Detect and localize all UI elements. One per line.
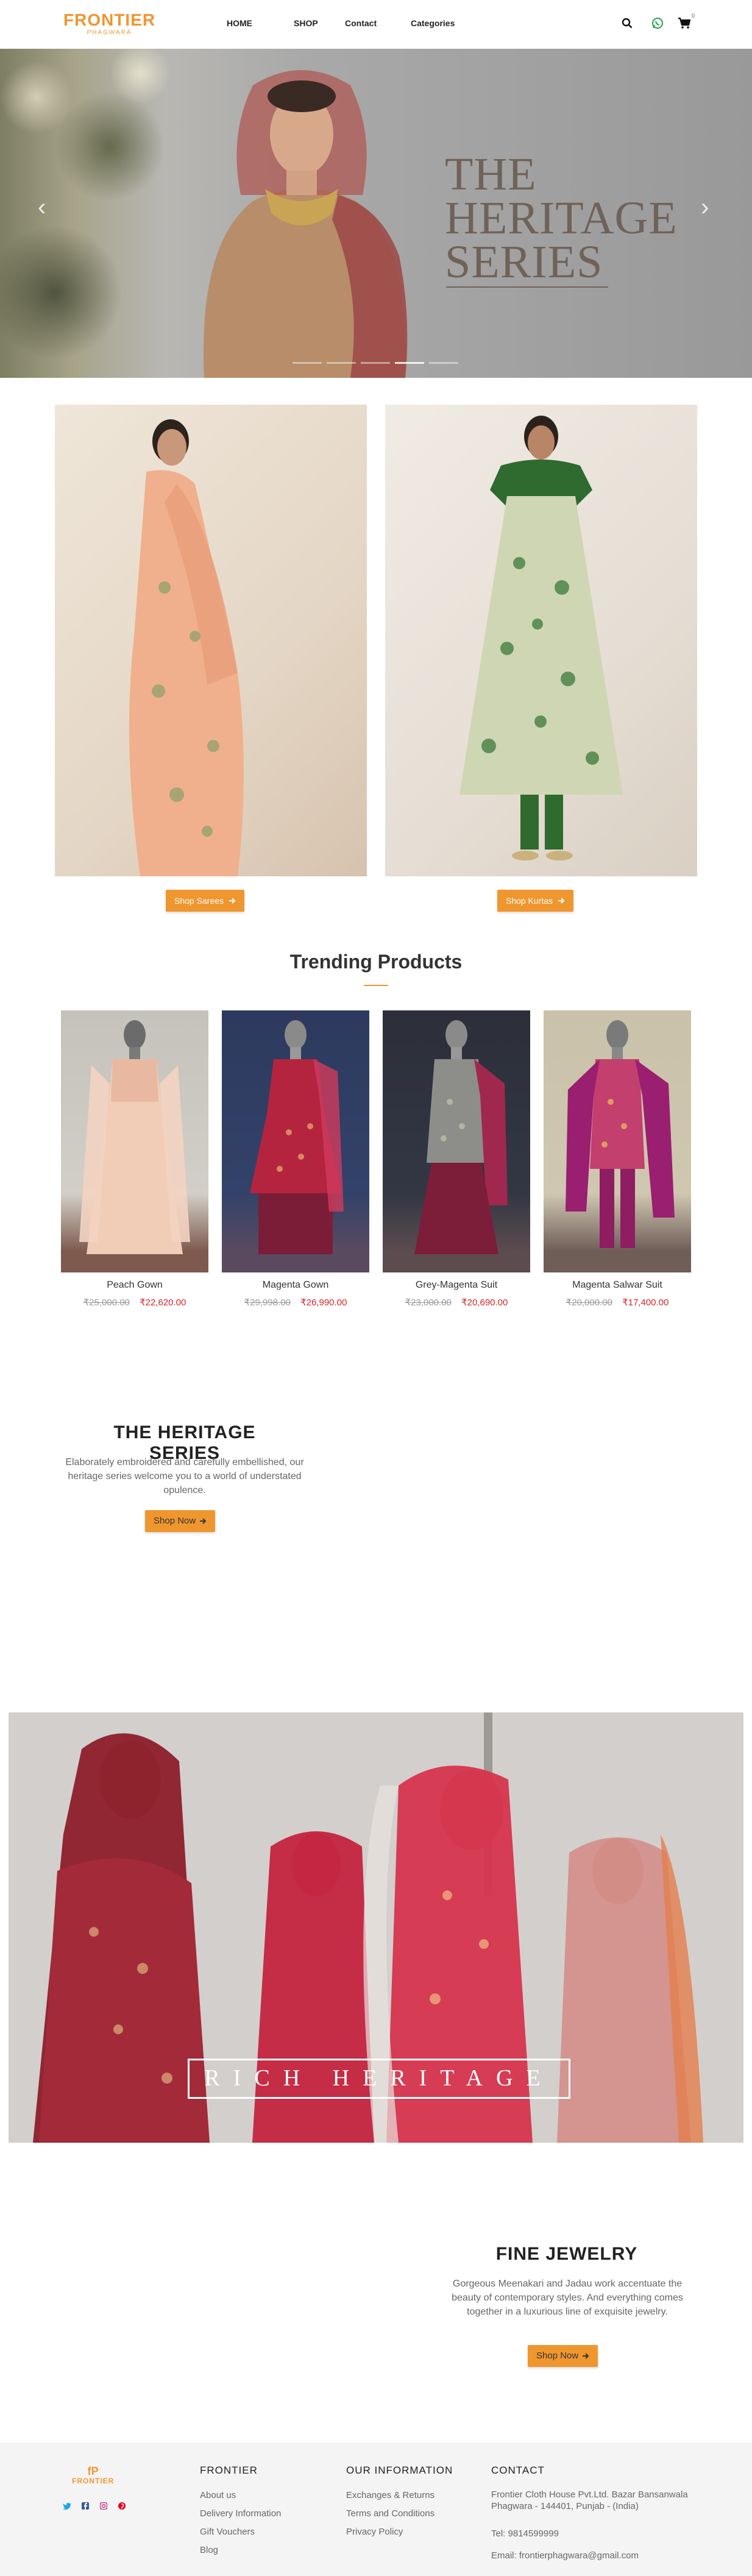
- logo-main-text: FRONTIER: [63, 10, 156, 29]
- arrow-right-icon: [583, 2353, 589, 2359]
- hero-foliage-image: [0, 49, 183, 378]
- fine-jewelry-description: Gorgeous Meenakari and Jadau work accent…: [452, 2279, 683, 2317]
- product-price: ₹29,998.00 ₹26,990.00: [222, 1297, 369, 1308]
- hero-next-arrow[interactable]: ›: [701, 194, 709, 221]
- hero-title-line1: THE: [445, 149, 537, 200]
- footer-logo-mark: fP: [87, 2465, 99, 2477]
- product-price: ₹23,000.00 ₹20,690.00: [383, 1297, 530, 1308]
- product-sale-price: ₹22,620.00: [140, 1297, 186, 1308]
- shop-sarees-button[interactable]: Shop Sarees: [166, 890, 244, 912]
- product-old-price: ₹20,000.00: [566, 1297, 612, 1308]
- footer-logo-name: FRONTIER: [72, 2477, 115, 2485]
- twitter-icon[interactable]: [62, 2501, 72, 2511]
- hero-model-image: [204, 70, 408, 378]
- product-image-grey-magenta-suit[interactable]: [383, 1010, 530, 1272]
- product-name[interactable]: Magenta Salwar Suit: [544, 1280, 691, 1291]
- footer-link-blog[interactable]: Blog: [200, 2545, 218, 2555]
- product-image-magenta-gown[interactable]: [222, 1010, 369, 1272]
- product-old-price: ₹25,000.00: [83, 1297, 130, 1308]
- product-price: ₹25,000.00 ₹22,620.00: [61, 1297, 208, 1308]
- footer-frontier-heading: FRONTIER: [200, 2464, 258, 2476]
- fine-jewelry-title: FINE JEWELRY: [495, 2244, 638, 2264]
- heritage-shop-now-label: Shop Now: [154, 1516, 196, 1526]
- social-links: [62, 2501, 127, 2511]
- product-image-peach-gown[interactable]: [61, 1010, 208, 1272]
- hero-pagination: [293, 362, 458, 364]
- hero-title-line3: SERIES: [445, 236, 603, 288]
- footer-information-heading: OUR INFORMATION: [346, 2464, 453, 2476]
- hero-prev-arrow[interactable]: ‹: [38, 194, 46, 221]
- hero-dot-3[interactable]: [361, 362, 390, 364]
- shop-sarees-label: Shop Sarees: [174, 896, 224, 906]
- product-old-price: ₹29,998.00: [244, 1297, 291, 1308]
- hero-title: THE HERITAGE SERIES: [445, 149, 678, 288]
- product-image-magenta-salwar-suit[interactable]: [544, 1010, 691, 1272]
- footer-link-gift-vouchers[interactable]: Gift Vouchers: [200, 2527, 255, 2537]
- nav-categories[interactable]: Categories: [411, 18, 455, 28]
- heritage-series-description: Elaborately embroidered and carefully em…: [65, 1457, 304, 1496]
- pinterest-icon[interactable]: [117, 2501, 127, 2511]
- product-old-price: ₹23,000.00: [405, 1297, 452, 1308]
- product-sale-price: ₹20,690.00: [461, 1297, 508, 1308]
- logo-sub-text: PHAGWARA: [87, 29, 132, 36]
- trending-title-underline: [364, 985, 388, 986]
- footer-link-terms-conditions[interactable]: Terms and Conditions: [346, 2508, 435, 2519]
- footer-link-about-us[interactable]: About us: [200, 2490, 236, 2500]
- search-icon[interactable]: [619, 15, 635, 31]
- arrow-right-icon: [229, 898, 236, 904]
- product-name[interactable]: Magenta Gown: [222, 1280, 369, 1291]
- footer-link-privacy-policy[interactable]: Privacy Policy: [346, 2527, 403, 2537]
- footer-link-exchanges-returns[interactable]: Exchanges & Returns: [346, 2490, 435, 2500]
- footer-contact-heading: CONTACT: [491, 2464, 545, 2476]
- kurta-category-image[interactable]: [385, 405, 697, 876]
- site-logo[interactable]: FRONTIER PHAGWARA: [63, 11, 155, 37]
- arrow-right-icon: [558, 898, 565, 904]
- saree-category-image[interactable]: [55, 405, 367, 876]
- footer-link-delivery-information[interactable]: Delivery Information: [200, 2508, 281, 2519]
- hero-dot-2[interactable]: [327, 362, 356, 364]
- trending-title: Trending Products: [289, 951, 463, 973]
- hero-dot-5[interactable]: [429, 362, 458, 364]
- shop-kurtas-label: Shop Kurtas: [506, 896, 553, 906]
- heritage-shop-now-button[interactable]: Shop Now: [145, 1510, 216, 1532]
- arrow-right-icon: [200, 1518, 207, 1524]
- facebook-icon[interactable]: [80, 2501, 90, 2511]
- footer-logo[interactable]: fP FRONTIER: [72, 2466, 114, 2485]
- footer-email[interactable]: Email: frontierphagwara@gmail.com: [491, 2550, 704, 2561]
- site-header: FRONTIER PHAGWARA HOME SHOP Contact Cate…: [0, 0, 752, 49]
- hero-carousel: THE HERITAGE SERIES: [0, 49, 752, 378]
- whatsapp-icon[interactable]: [650, 15, 665, 31]
- hero-title-line2: HERITAGE: [445, 193, 678, 244]
- nav-shop[interactable]: SHOP: [294, 18, 318, 28]
- shop-kurtas-button[interactable]: Shop Kurtas: [497, 890, 574, 912]
- instagram-icon[interactable]: [99, 2501, 108, 2511]
- nav-contact[interactable]: Contact: [345, 18, 377, 28]
- product-name[interactable]: Peach Gown: [61, 1280, 208, 1291]
- product-price: ₹20,000.00 ₹17,400.00: [544, 1297, 691, 1308]
- jewelry-shop-now-button[interactable]: Shop Now: [528, 2345, 598, 2367]
- product-name[interactable]: Grey-Magenta Suit: [383, 1280, 530, 1291]
- footer-telephone[interactable]: Tel: 9814599999: [491, 2528, 704, 2539]
- product-sale-price: ₹26,990.00: [300, 1297, 347, 1308]
- cart-count-badge: 0: [691, 13, 695, 19]
- hero-dot-1[interactable]: [293, 362, 322, 364]
- rich-heritage-text: RICH HERITAGE: [204, 2065, 554, 2091]
- cart-icon[interactable]: 0: [676, 13, 695, 31]
- footer-address: Frontier Cloth House Pvt.Ltd. Bazar Bans…: [491, 2489, 688, 2511]
- jewelry-shop-now-label: Shop Now: [536, 2351, 579, 2361]
- product-sale-price: ₹17,400.00: [622, 1297, 669, 1308]
- hero-title-underline: [446, 286, 608, 288]
- nav-home[interactable]: HOME: [227, 18, 252, 28]
- hero-dot-4[interactable]: [395, 362, 424, 364]
